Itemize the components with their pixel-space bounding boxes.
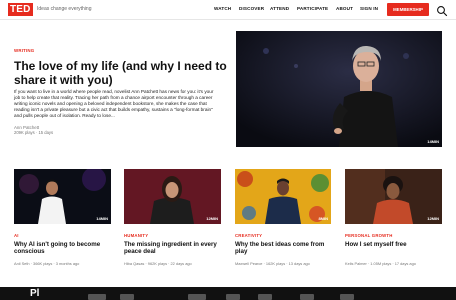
tagline: Ideas change everything xyxy=(37,6,92,12)
nav-sign-in[interactable]: SIGN IN xyxy=(360,6,378,11)
card-thumbnail[interactable]: 12MIN xyxy=(345,169,442,224)
featured-duration: 14MIN xyxy=(427,139,439,144)
card-thumbnail[interactable]: 12MIN xyxy=(124,169,221,224)
ted-logo[interactable]: TED xyxy=(8,3,33,16)
card-meta: Anil Seth · 366K plays · 3 months ago xyxy=(14,261,80,266)
card-title[interactable]: The missing ingredient in every peace de… xyxy=(124,241,219,256)
card-title[interactable]: How I set myself free xyxy=(345,241,442,248)
bottom-chip[interactable] xyxy=(340,294,354,300)
nav-attend[interactable]: ATTEND xyxy=(270,6,289,11)
bottom-chip[interactable] xyxy=(258,294,272,300)
card-meta: Hiba Qasas · 962K plays · 22 days ago xyxy=(124,261,192,266)
bottom-banner-text: Pl xyxy=(30,288,40,299)
card-duration: 8MIN xyxy=(318,216,328,221)
featured-description: If you want to live in a world where peo… xyxy=(14,89,214,119)
card-category[interactable]: AI xyxy=(14,233,19,238)
card-category[interactable]: HUMANITY xyxy=(124,233,148,238)
bottom-chip[interactable] xyxy=(300,294,314,300)
card-meta: Maxwell Pearce · 162K plays · 13 days ag… xyxy=(235,261,310,266)
site-header: TED Ideas change everything WATCH DISCOV… xyxy=(0,0,456,20)
search-icon[interactable] xyxy=(436,4,448,17)
card-meta: Kelis Palmer · 1.05M plays · 17 days ago xyxy=(345,261,416,266)
card-duration: 12MIN xyxy=(206,216,218,221)
bottom-chip[interactable] xyxy=(188,294,206,300)
featured-category[interactable]: WRITING xyxy=(14,48,34,53)
featured-stats: 209K plays · 15 days xyxy=(14,130,54,135)
card-category[interactable]: PERSONAL GROWTH xyxy=(345,233,393,238)
card-duration: 14MIN xyxy=(96,216,108,221)
card-thumbnail[interactable]: 14MIN xyxy=(14,169,111,224)
card-thumbnail[interactable]: 8MIN xyxy=(235,169,331,224)
membership-button[interactable]: MEMBERSHIP xyxy=(387,3,429,16)
bottom-chip[interactable] xyxy=(226,294,240,300)
nav-about[interactable]: ABOUT xyxy=(336,6,353,11)
nav-participate[interactable]: PARTICIPATE xyxy=(297,6,328,11)
nav-watch[interactable]: WATCH xyxy=(214,6,231,11)
nav-discover[interactable]: DISCOVER xyxy=(239,6,264,11)
card-title[interactable]: Why the best ideas come from play xyxy=(235,241,331,256)
featured-title[interactable]: The love of my life (and why I need to s… xyxy=(14,59,229,87)
card-duration: 12MIN xyxy=(427,216,439,221)
card-title[interactable]: Why AI isn't going to become conscious xyxy=(14,241,106,256)
bottom-chip[interactable] xyxy=(88,294,106,300)
card-category[interactable]: CREATIVITY xyxy=(235,233,262,238)
featured-thumbnail[interactable]: 14MIN xyxy=(236,31,442,147)
bottom-chip[interactable] xyxy=(120,294,134,300)
